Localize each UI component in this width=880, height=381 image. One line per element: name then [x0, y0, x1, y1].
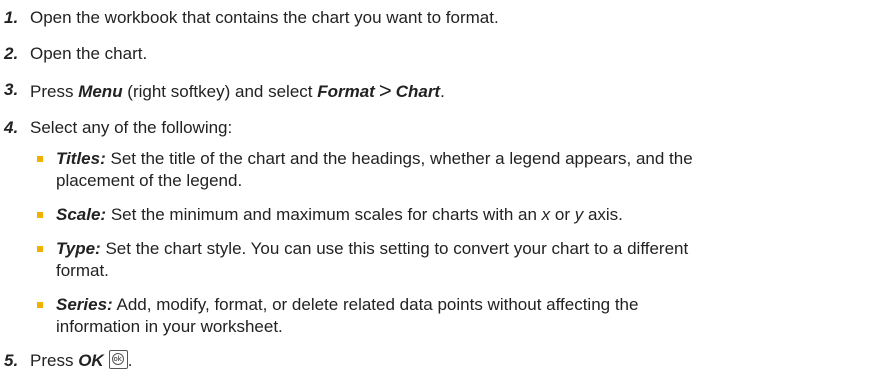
- option-series: Series: Add, modify, format, or delete r…: [0, 294, 880, 338]
- option-text-or: or: [550, 205, 575, 224]
- step-number: 2.: [4, 44, 19, 63]
- step-text: Open the workbook that contains the char…: [30, 8, 499, 27]
- option-text-line-2: format.: [56, 261, 109, 280]
- option-text-line-1: Add, modify, format, or delete related d…: [116, 295, 639, 314]
- ok-key-icon: ok: [108, 350, 128, 369]
- option-name: Type:: [56, 239, 101, 258]
- option-text-pre: Set the minimum and maximum scales for c…: [110, 205, 542, 224]
- step-text: Open the chart.: [30, 44, 148, 63]
- step-5: 5. Press OK ok.: [0, 350, 880, 372]
- y-axis-label: y: [574, 205, 584, 224]
- option-type: Type: Set the chart style. You can use t…: [0, 238, 880, 282]
- option-text-post: axis.: [583, 205, 623, 224]
- bullet-icon: [37, 302, 43, 308]
- instruction-page: 1. Open the workbook that contains the c…: [0, 0, 880, 381]
- step-1: 1. Open the workbook that contains the c…: [0, 7, 880, 29]
- option-scale: Scale: Set the minimum and maximum scale…: [0, 204, 880, 226]
- step-text-pre: Press: [30, 351, 79, 370]
- option-text-line-1: Set the chart style. You can use this se…: [105, 239, 689, 258]
- step-number: 3.: [4, 80, 19, 99]
- step-text-pre: Press: [30, 82, 79, 101]
- step-2: 2. Open the chart.: [0, 43, 880, 65]
- step-text-post: .: [127, 351, 133, 370]
- step-number: 1.: [4, 8, 19, 27]
- step-number: 4.: [4, 118, 19, 137]
- step-4: 4. Select any of the following:: [0, 117, 880, 139]
- option-text-line-1: Set the title of the chart and the headi…: [110, 149, 693, 168]
- ok-key-glyph: ok: [111, 353, 124, 365]
- option-name: Series:: [56, 295, 113, 314]
- x-axis-label: x: [541, 205, 551, 224]
- step-text: Select any of the following:: [30, 118, 233, 137]
- option-text-line-2: information in your worksheet.: [56, 317, 283, 336]
- bullet-icon: [37, 246, 43, 252]
- option-name: Titles:: [56, 149, 106, 168]
- chart-label: Chart: [395, 82, 441, 101]
- step-text-post: .: [440, 82, 445, 101]
- step-3: 3. Press Menu (right softkey) and select…: [0, 79, 880, 103]
- option-text-line-2: placement of the legend.: [56, 171, 243, 190]
- format-label: Format: [317, 82, 375, 101]
- menu-label: Menu: [78, 82, 123, 101]
- option-name: Scale:: [56, 205, 107, 224]
- greater-than-sign: >: [378, 78, 392, 103]
- step-number: 5.: [4, 351, 19, 370]
- bullet-icon: [37, 156, 43, 162]
- bullet-icon: [37, 212, 43, 218]
- ok-label: OK: [78, 351, 104, 370]
- step-text-mid: (right softkey) and select: [122, 82, 318, 101]
- option-titles: Titles: Set the title of the chart and t…: [0, 148, 880, 192]
